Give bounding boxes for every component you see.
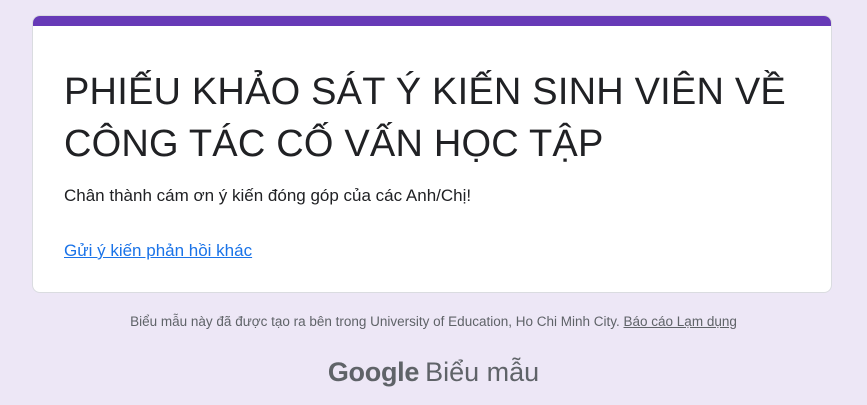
footer-note: Biểu mẫu này đã được tạo ra bên trong Un… <box>0 312 867 332</box>
form-description: Chân thành cám ơn ý kiến đóng góp của cá… <box>64 186 472 205</box>
report-abuse-link[interactable]: Báo cáo Lạm dụng <box>624 314 737 329</box>
card-accent-bar <box>33 16 831 26</box>
form-title: PHIẾU KHẢO SÁT Ý KIẾN SINH VIÊN VỀ CÔNG … <box>64 71 786 165</box>
send-feedback-link[interactable]: Gửi ý kiến phản hồi khác <box>64 239 252 263</box>
google-forms-logo[interactable]: Google Biểu mẫu <box>0 352 867 392</box>
form-header-card: PHIẾU KHẢO SÁT Ý KIẾN SINH VIÊN VỀ CÔNG … <box>32 15 832 293</box>
google-logo-text: Google <box>327 357 420 387</box>
forms-product-text: Biểu mẫu <box>425 357 540 387</box>
footer-note-text: Biểu mẫu này đã được tạo ra bên trong Un… <box>130 314 624 329</box>
